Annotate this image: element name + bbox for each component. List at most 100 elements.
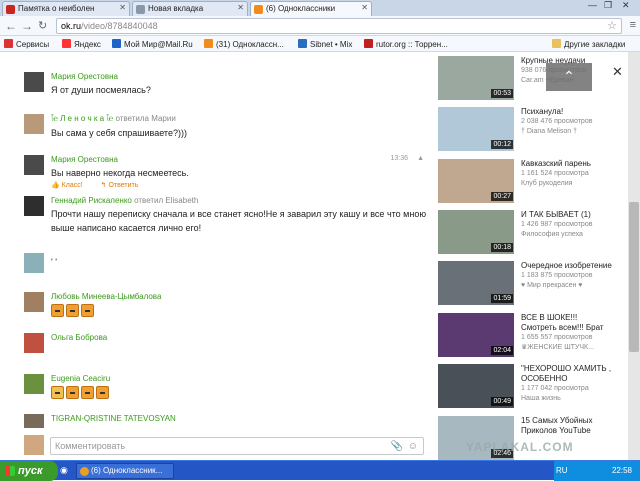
video-thumbnail[interactable]: 00:53 [438, 56, 514, 100]
video-item[interactable]: 00:18 И ТАК БЫВАЕТ (1) 1 426 987 просмотр… [438, 210, 614, 256]
video-thumbnail[interactable]: 00:18 [438, 210, 514, 254]
comment-item: ﭑ℮ Л е н о ч к а ﭑ℮ ответила Марии Вы са… [24, 114, 428, 140]
video-channel[interactable]: ♛ЖЕНСКИЕ ШТУЧК... [521, 343, 614, 353]
comment-placeholder: Комментировать [55, 441, 126, 451]
attach-icon[interactable]: 📎 [391, 439, 403, 455]
bookmark-label: Сервисы [16, 40, 50, 49]
avatar[interactable] [24, 155, 44, 175]
address-bar[interactable]: ok.ru/video/8784840048 ☆ [56, 18, 622, 34]
avatar[interactable] [24, 333, 44, 353]
comment-author[interactable]: Ольга Боброва [51, 333, 428, 342]
report-icon[interactable]: ▲ [417, 155, 424, 162]
chrome-quicklaunch-icon[interactable]: ◉ [60, 465, 68, 476]
maximize-icon[interactable]: ❐ [604, 0, 612, 11]
scrollbar-thumb[interactable] [629, 202, 639, 352]
folder-icon [552, 39, 561, 48]
video-item[interactable]: 00:12 Психанула! 2 038 476 просмотров † Di… [438, 107, 614, 153]
comment-author[interactable]: Eugenia Ceaciru [51, 374, 428, 383]
bookmark-star-icon[interactable]: ☆ [607, 19, 617, 33]
emoji-icon [51, 304, 64, 317]
video-item[interactable]: 00:27 Кавказский парень 1 161 524 просмот… [438, 159, 614, 205]
comment-text: Прочти нашу переписку сначала и все стан… [51, 209, 427, 233]
video-duration: 00:53 [491, 89, 513, 98]
avatar[interactable] [24, 414, 44, 428]
emoji-icon [66, 386, 79, 399]
comment-author[interactable]: TIGRAN-QRISTINE TATEVOSYAN [51, 414, 428, 423]
forward-icon[interactable]: → [21, 19, 33, 33]
tab-memo[interactable]: Памятка о неиболен ✕ [2, 1, 130, 16]
page-scrollbar[interactable] [628, 52, 640, 460]
comment-input[interactable]: Комментировать 📎 ☺ [50, 437, 424, 455]
video-thumbnail[interactable]: 02:04 [438, 313, 514, 357]
video-channel[interactable]: † Diana Melison † [521, 127, 614, 137]
language-indicator[interactable]: RU [556, 461, 568, 481]
comment-item: Любовь Минеева-Цымбалова [24, 292, 428, 319]
avatar[interactable] [24, 72, 44, 92]
video-thumbnail[interactable]: 00:49 [438, 364, 514, 408]
video-title[interactable]: Кавказский парень [521, 159, 614, 169]
like-button[interactable]: 👍 Класс! [51, 182, 91, 189]
reply-button[interactable]: ↰ Ответить [101, 182, 147, 189]
close-icon[interactable]: ✕ [237, 3, 244, 12]
bookmark-ok[interactable]: (31) Одноклассн... [204, 39, 284, 49]
menu-icon[interactable]: ≡ [630, 19, 636, 31]
minimize-icon[interactable]: — [588, 0, 597, 10]
video-title[interactable]: И ТАК БЫВАЕТ (1) [521, 210, 614, 220]
start-button[interactable]: пуск [0, 461, 58, 481]
bookmark-label: (31) Одноклассн... [216, 40, 284, 49]
bookmark-other[interactable]: Другие закладки [552, 39, 625, 49]
video-channel[interactable]: Наша жизнь [521, 394, 614, 404]
taskbar: пуск ◉ (6) Одноклассник... RU 22:58 [0, 460, 640, 481]
avatar[interactable] [24, 114, 44, 134]
video-channel[interactable]: Философия успеха [521, 230, 614, 240]
video-channel[interactable]: ♥ Мир прекрасен ♥ [521, 281, 614, 291]
reload-icon[interactable]: ↻ [38, 19, 47, 32]
avatar[interactable] [24, 292, 44, 312]
bookmark-yandex[interactable]: Яндекс [62, 39, 101, 49]
close-icon[interactable]: ✕ [119, 3, 126, 12]
video-thumbnail[interactable]: 00:27 [438, 159, 514, 203]
video-title[interactable]: Психанула! [521, 107, 614, 117]
close-video-icon[interactable]: ✕ [612, 64, 623, 80]
avatar[interactable] [24, 196, 44, 216]
bookmark-services[interactable]: Сервисы [4, 39, 49, 49]
current-user-avatar [24, 435, 44, 455]
tab-new[interactable]: Новая вкладка ✕ [132, 1, 248, 16]
thumbs-up-icon [51, 386, 64, 399]
comment-item: Ольга Боброва [24, 333, 428, 353]
video-title[interactable]: 15 Самых Убойных Приколов YouTube [521, 416, 614, 436]
scroll-up-button[interactable]: ⌃ [546, 63, 592, 91]
video-channel[interactable]: Клуб рукоделия [521, 179, 614, 189]
video-item[interactable]: 01:59 Очередное изобретение 1 183 875 про… [438, 261, 614, 307]
comment-author[interactable]: Мария Орестовна [51, 72, 428, 81]
emoji-icon [81, 386, 94, 399]
video-title[interactable]: ВСЕ В ШОКЕ!!! Смотреть всем!!! Брат [521, 313, 614, 333]
smiley-icon[interactable]: ☺ [408, 439, 418, 455]
window-close-icon[interactable]: ✕ [622, 0, 630, 11]
bookmark-rutor[interactable]: rutor.org :: Торрен... [364, 39, 448, 49]
video-title[interactable]: Очередное изобретение [521, 261, 614, 271]
rutor-icon [364, 39, 373, 48]
video-thumbnail[interactable]: 00:12 [438, 107, 514, 151]
video-item[interactable]: 00:49 "НЕХОРОШО ХАМИТЬ , ОСОБЕННО 1 177 0… [438, 364, 614, 410]
tab-odnoklassniki[interactable]: (6) Одноклассники ✕ [250, 1, 372, 16]
comment-author[interactable]: ﭑ℮ Л е н о ч к а ﭑ℮ [51, 114, 113, 123]
video-views: 1 655 557 просмотров [521, 334, 593, 341]
bookmark-sibnet[interactable]: Sibnet • Mix [298, 39, 352, 49]
comment-author[interactable]: Геннадий Рискаленко [51, 196, 132, 205]
bookmark-mailru[interactable]: Мой Мир@Mail.Ru [112, 39, 193, 49]
comment-author[interactable]: Любовь Минеева-Цымбалова [51, 292, 428, 301]
avatar[interactable] [24, 374, 44, 394]
video-duration: 00:49 [491, 397, 513, 406]
video-item[interactable]: 02:04 ВСЕ В ШОКЕ!!! Смотреть всем!!! Бра… [438, 313, 614, 359]
video-thumbnail[interactable]: 01:59 [438, 261, 514, 305]
video-title[interactable]: "НЕХОРОШО ХАМИТЬ , ОСОБЕННО [521, 364, 614, 384]
url-host: ok.ru [61, 21, 82, 31]
video-views: 1 426 987 просмотров [521, 221, 593, 228]
taskbar-item-browser[interactable]: (6) Одноклассник... [76, 463, 174, 479]
close-icon[interactable]: ✕ [361, 3, 368, 12]
comment-author[interactable]: Мария Орестовна [51, 155, 428, 164]
avatar[interactable] [24, 253, 44, 273]
sibnet-icon [298, 39, 307, 48]
back-icon[interactable]: ← [5, 19, 17, 33]
